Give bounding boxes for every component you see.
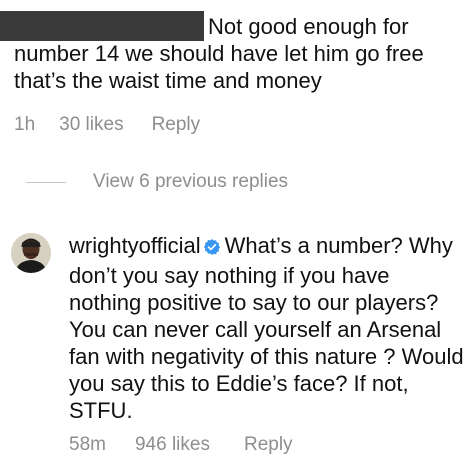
parent-comment-text: Not good enough for number 14 we should … [14, 14, 424, 93]
verified-badge-icon [203, 235, 221, 262]
reply-comment: wrightyofficial What’s a number? Why don’… [69, 232, 464, 424]
avatar[interactable] [11, 233, 51, 273]
replies-divider-line [26, 181, 66, 183]
parent-comment-likes[interactable]: 30 likes [59, 114, 123, 136]
avatar-image [11, 233, 51, 273]
parent-comment-meta: 1h 30 likes Reply [14, 114, 200, 136]
parent-reply-button[interactable]: Reply [152, 114, 201, 136]
view-previous-replies-label: View 6 previous replies [93, 171, 289, 192]
reply-comment-time: 58m [69, 434, 106, 455]
reply-comment-likes[interactable]: 946 likes [135, 434, 210, 456]
parent-comment-time: 1h [14, 114, 36, 135]
reply-comment-text: What’s a number? Why don’t you say nothi… [69, 233, 464, 423]
reply-comment-meta: 58m 946 likes Reply [69, 434, 293, 456]
reply-reply-button[interactable]: Reply [244, 434, 293, 456]
reply-username[interactable]: wrightyofficial [69, 233, 201, 258]
view-previous-replies-button[interactable]: View 6 previous replies [26, 171, 288, 193]
